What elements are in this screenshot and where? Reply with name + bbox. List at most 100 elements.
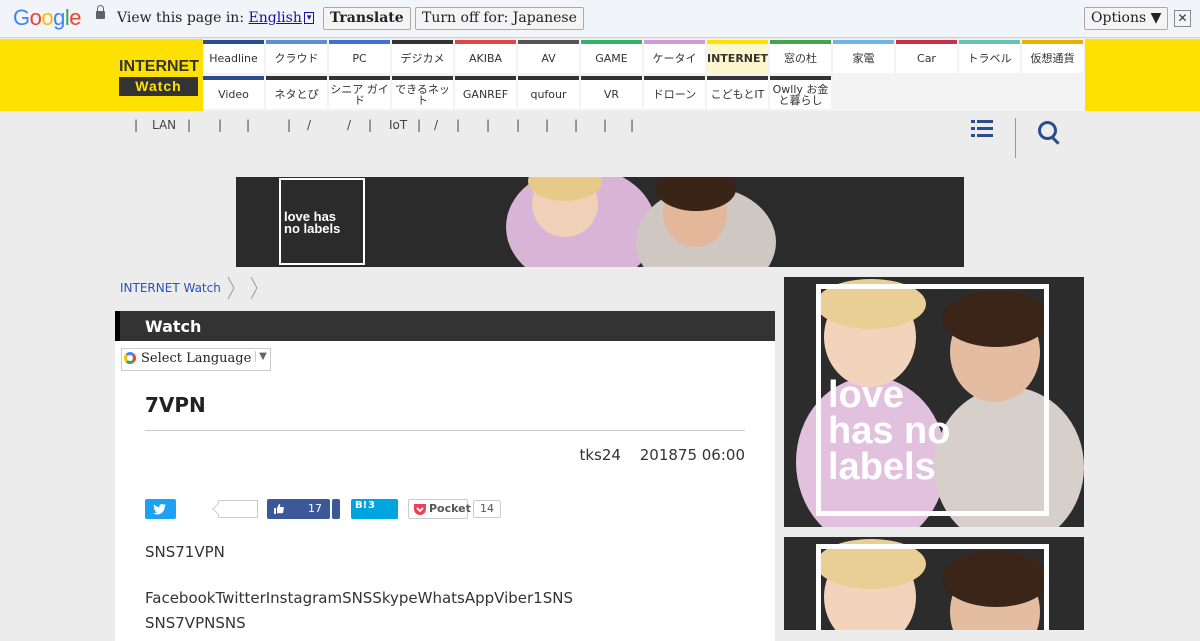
facebook-share-button[interactable]: [332, 499, 340, 519]
google-logo-letter: G: [13, 5, 30, 30]
lock-icon: [96, 5, 105, 19]
sub-nav-item: |: [187, 118, 192, 132]
pocket-button[interactable]: Pocket: [408, 499, 471, 519]
breadcrumb-separator-icon: [227, 276, 235, 300]
sub-nav-item: |: [417, 118, 422, 132]
logo-top-text: INTERNET: [119, 58, 199, 75]
section-bar: Watch: [115, 311, 775, 341]
nav-item[interactable]: AV: [518, 40, 579, 73]
sub-nav-item: |: [218, 118, 223, 132]
breadcrumb: INTERNET Watch: [120, 281, 221, 295]
nav-item[interactable]: 窓の杜: [770, 40, 831, 73]
breadcrumb-separator-icon: [250, 276, 258, 300]
nav-item[interactable]: 仮想通貨: [1022, 40, 1083, 73]
article: Watch Select Language ▼ 7VPN tks24 20187…: [115, 311, 775, 641]
google-g-icon: [124, 352, 136, 364]
language-link[interactable]: English: [249, 10, 302, 26]
google-logo-letter: g: [53, 5, 65, 30]
nav-item[interactable]: できるネット: [392, 76, 453, 109]
sub-nav-item: |: [545, 118, 550, 132]
facebook-like-button[interactable]: 17: [267, 499, 330, 519]
translate-button[interactable]: Translate: [323, 7, 411, 30]
pocket-label: Pocket: [429, 502, 471, 515]
nav-item[interactable]: トラベル: [959, 40, 1020, 73]
article-paragraph: FacebookTwitterInstagramSNSSkypeWhatsApp…: [145, 589, 573, 607]
sub-nav-item: |: [134, 118, 139, 132]
ad-slogan: love has no labels: [284, 209, 341, 237]
side-ad-2[interactable]: [784, 537, 1084, 630]
breadcrumb-home[interactable]: INTERNET Watch: [120, 281, 221, 295]
sub-nav-item: |: [603, 118, 608, 132]
nav-item[interactable]: ドローン: [644, 76, 705, 109]
nav-item[interactable]: PC: [329, 40, 390, 73]
google-logo-letter: e: [69, 5, 82, 30]
article-date: 201875 06:00: [639, 446, 745, 464]
hatena-bookmark-button[interactable]: B! 3: [351, 499, 398, 519]
ad-frame: [816, 544, 1049, 630]
article-meta: tks24 201875 06:00: [565, 446, 745, 464]
nav-item[interactable]: ネタとぴ: [266, 76, 327, 109]
language-select[interactable]: Select Language ▼: [121, 348, 271, 371]
article-title: 7VPN: [145, 393, 206, 417]
nav-item[interactable]: シニア ガイド: [329, 76, 390, 109]
translate-prompt: View this page in:: [117, 10, 245, 26]
nav-item[interactable]: Headline: [203, 40, 264, 73]
search-icon[interactable]: [1038, 121, 1057, 140]
title-divider: [145, 430, 745, 431]
section-title: Watch: [145, 317, 202, 336]
language-select-label: Select Language: [141, 351, 252, 366]
nav-item[interactable]: INTERNET: [707, 40, 768, 73]
thumbs-up-icon: [274, 504, 284, 514]
article-paragraph: SNS7VPNSNS: [145, 614, 246, 632]
translate-prompt-row: View this page in: English ▾: [117, 10, 315, 26]
google-logo-letter: o: [29, 5, 42, 30]
chevron-down-icon: ▼: [255, 351, 270, 362]
ad-slogan: love has no labels: [828, 374, 951, 489]
nav-divider: [1015, 118, 1016, 158]
nav-item[interactable]: こどもとIT: [707, 76, 768, 109]
sub-nav-item: |: [486, 118, 491, 132]
nav-item[interactable]: qufour: [518, 76, 579, 109]
hatena-label: B!: [355, 500, 368, 511]
sub-nav-item: |: [287, 118, 292, 132]
nav-item[interactable]: Car: [896, 40, 957, 73]
google-logo: Google: [13, 5, 82, 31]
category-nav: Headline クラウド PC デジカメ AKIBA AV GAME ケータイ INTERNE…: [203, 39, 1085, 111]
nav-item[interactable]: ケータイ: [644, 40, 705, 73]
nav-item[interactable]: クラウド: [266, 40, 327, 73]
logo-bottom-text: Watch: [119, 77, 198, 96]
article-paragraph: SNS71VPN: [145, 543, 225, 561]
translate-bar: Google View this page in: English ▾ Trans…: [0, 0, 1200, 38]
sub-nav-item[interactable]: IoT: [389, 118, 407, 132]
nav-item[interactable]: GANREF: [455, 76, 516, 109]
nav-item[interactable]: 家電: [833, 40, 894, 73]
hatena-count: 3: [368, 500, 375, 511]
sub-nav-item[interactable]: LAN: [152, 118, 176, 132]
nav-item[interactable]: GAME: [581, 40, 642, 73]
language-dropdown-icon[interactable]: ▾: [303, 12, 315, 24]
sub-nav-item[interactable]: /: [307, 118, 311, 132]
options-button[interactable]: Options ▼: [1084, 7, 1169, 30]
nav-item[interactable]: Video: [203, 76, 264, 109]
close-icon[interactable]: ✕: [1174, 10, 1191, 27]
nav-item[interactable]: デジカメ: [392, 40, 453, 73]
banner-ad[interactable]: love has no labels: [236, 177, 964, 267]
sub-nav-item: |: [574, 118, 579, 132]
turn-off-button[interactable]: Turn off for: Japanese: [415, 7, 584, 30]
sub-nav-item[interactable]: /: [434, 118, 438, 132]
tweet-count-bubble: [218, 500, 258, 518]
nav-item[interactable]: Owlly お金と暮らし: [770, 76, 831, 109]
nav-item[interactable]: AKIBA: [455, 40, 516, 73]
pocket-icon: [414, 504, 426, 515]
menu-icon[interactable]: [971, 120, 993, 140]
sub-nav-item: |: [630, 118, 635, 132]
sub-nav-item: |: [368, 118, 373, 132]
tweet-button[interactable]: [145, 499, 176, 519]
facebook-like-count: 17: [308, 502, 322, 515]
sub-nav-item: |: [246, 118, 251, 132]
nav-item[interactable]: VR: [581, 76, 642, 109]
side-ad[interactable]: love has no labels: [784, 277, 1084, 527]
site-logo[interactable]: INTERNET Watch: [119, 58, 199, 96]
sub-nav-item: |: [456, 118, 461, 132]
sub-nav-item[interactable]: /: [347, 118, 351, 132]
